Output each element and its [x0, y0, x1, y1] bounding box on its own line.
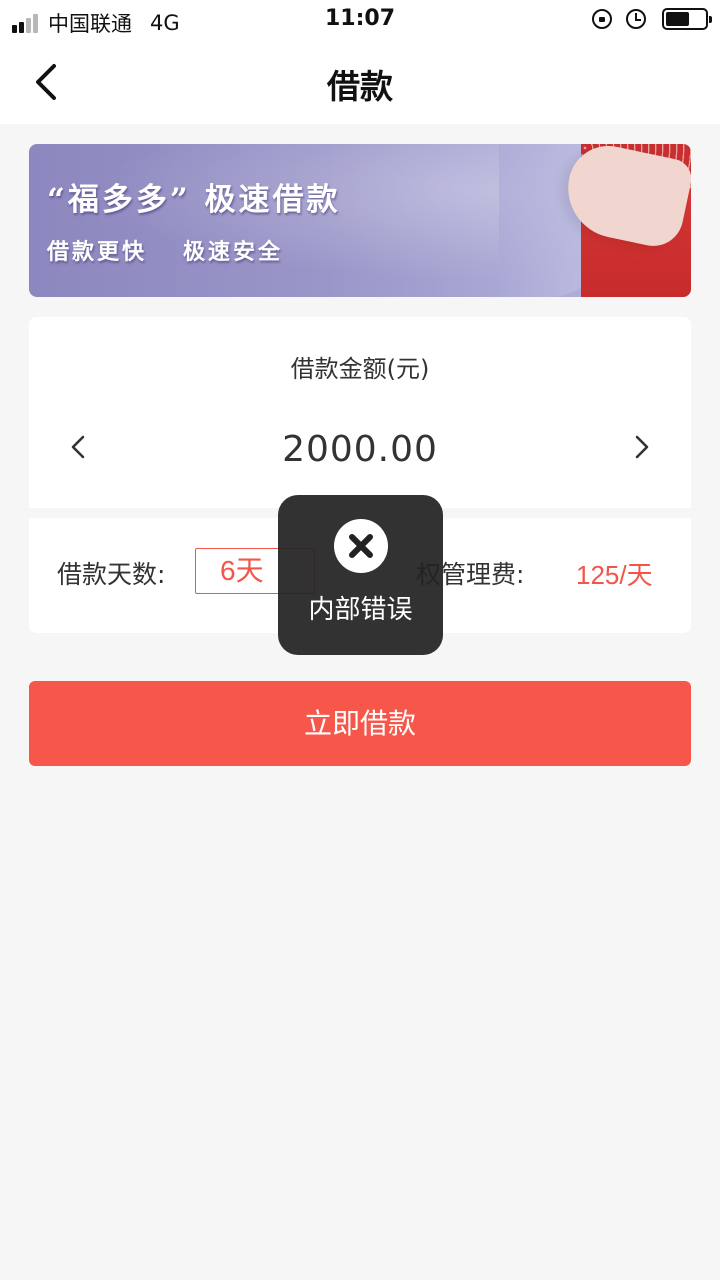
banner-subtitle-1: 借款更快	[47, 239, 148, 265]
management-fee-value: 125/天	[576, 560, 653, 590]
battery-icon	[662, 8, 712, 30]
status-right	[592, 8, 712, 30]
loan-days-label: 借款天数:	[57, 560, 166, 589]
loan-amount-label: 借款金额(元)	[290, 355, 430, 383]
promo-banner[interactable]: “福多多” 极速借款 借款更快 极速安全	[29, 144, 691, 297]
error-toast: 内部错误	[278, 495, 443, 655]
banner-title: “福多多” 极速借款	[47, 182, 341, 218]
increase-amount-chevron-icon[interactable]	[629, 431, 653, 463]
error-toast-message: 内部错误	[308, 595, 413, 625]
borrow-now-button[interactable]: 立即借款	[29, 681, 691, 766]
rotation-lock-icon	[592, 9, 612, 29]
alarm-icon	[626, 9, 646, 29]
loan-amount-card: 借款金额(元) 2000.00	[29, 317, 691, 508]
loan-amount-value: 2000.00	[282, 429, 438, 470]
error-close-icon	[334, 519, 388, 573]
banner-subtitle-2: 极速安全	[183, 239, 284, 265]
page-title: 借款	[327, 67, 393, 106]
banner-subtitle: 借款更快 极速安全	[47, 234, 283, 266]
status-bar: 中国联通 4G 11:07	[0, 0, 720, 40]
battery-level	[666, 12, 689, 26]
nav-bar: 借款	[0, 40, 720, 124]
